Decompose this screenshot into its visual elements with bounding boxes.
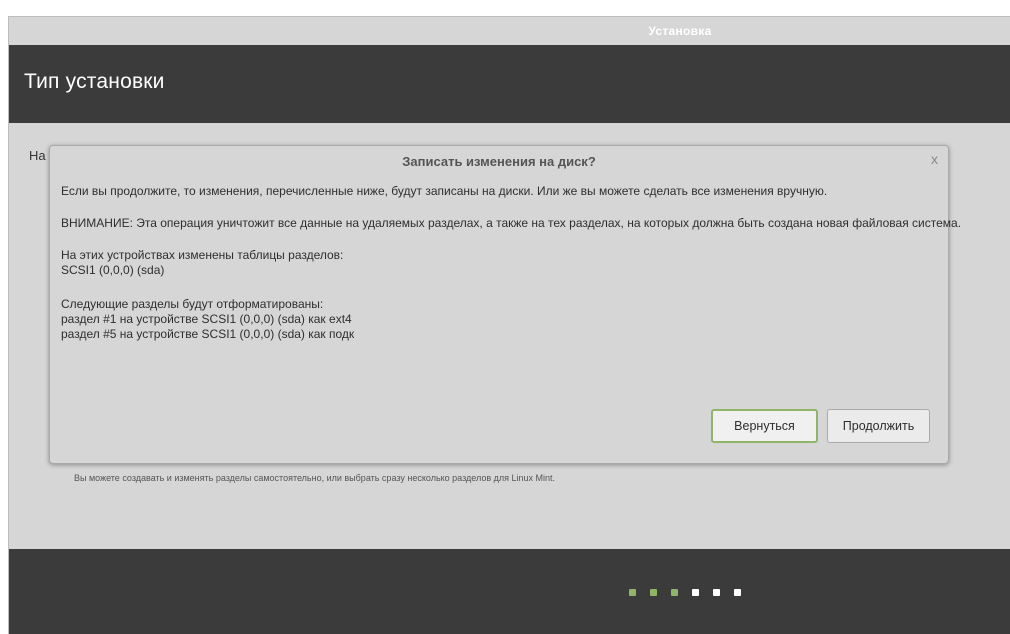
progress-dot xyxy=(713,589,720,596)
progress-dot xyxy=(629,589,636,596)
dialog-body: Если вы продолжите, то изменения, перечи… xyxy=(61,184,962,342)
format-item: раздел #1 на устройстве SCSI1 (0,0,0) (s… xyxy=(61,312,352,326)
partition-table-device: SCSI1 (0,0,0) (sda) xyxy=(61,263,165,277)
page-title: Тип установки xyxy=(24,70,165,93)
progress-dots xyxy=(629,589,741,597)
progress-dot xyxy=(692,589,699,596)
close-icon[interactable]: x xyxy=(931,151,938,167)
footer-bar xyxy=(9,549,1010,634)
progress-dot xyxy=(650,589,657,596)
back-button[interactable]: Вернуться xyxy=(711,409,818,443)
dialog-intro-text: Если вы продолжите, то изменения, перечи… xyxy=(61,184,828,198)
dialog-title: Записать изменения на диск? xyxy=(402,154,596,169)
format-heading: Следующие разделы будут отформатированы: xyxy=(61,297,324,311)
dialog-warning-text: ВНИМАНИЕ: Эта операция уничтожит все дан… xyxy=(61,216,962,230)
progress-dot xyxy=(671,589,678,596)
format-item: раздел #5 на устройстве SCSI1 (0,0,0) (s… xyxy=(61,327,355,341)
background-label: На xyxy=(29,148,46,163)
background-hint-text: Вы можете создавать и изменять разделы с… xyxy=(74,473,556,483)
window-title: Установка xyxy=(648,24,712,38)
page-header: Тип установки xyxy=(9,45,1010,123)
partition-tables-heading: На этих устройствах изменены таблицы раз… xyxy=(61,248,344,262)
progress-dot xyxy=(734,589,741,596)
window-titlebar[interactable]: Установка xyxy=(9,17,1010,45)
continue-button[interactable]: Продолжить xyxy=(827,409,930,443)
confirm-write-dialog: Записать изменения на диск? x Если вы пр… xyxy=(49,145,962,464)
